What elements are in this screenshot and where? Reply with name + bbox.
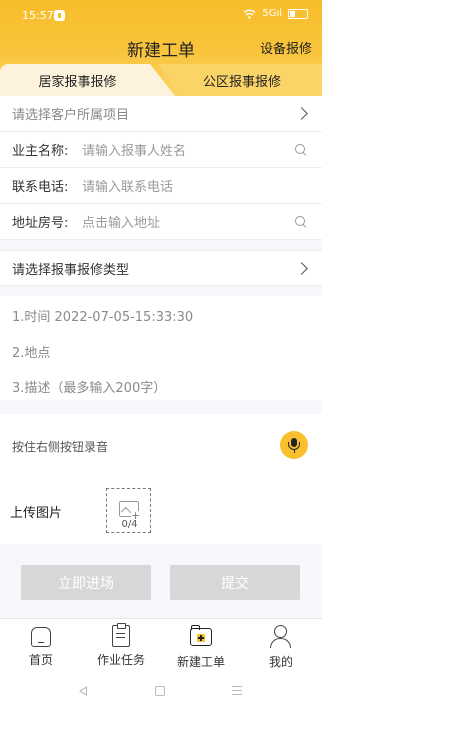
home-square-icon[interactable] bbox=[155, 686, 165, 696]
bottom-spacer bbox=[0, 710, 322, 744]
nav-new-order-label: 新建工单 bbox=[176, 655, 225, 669]
description-line-time: 1.时间 2022-07-05-15:33:30 bbox=[12, 310, 194, 325]
upload-image-button[interactable]: + 0/4 bbox=[106, 488, 151, 533]
phone-row: 联系电话: 请输入联系电话 bbox=[0, 168, 322, 204]
description-line-place: 2.地点 bbox=[12, 346, 51, 361]
search-icon[interactable] bbox=[294, 143, 308, 157]
tab-public-report[interactable]: 公区报事报修 bbox=[158, 64, 322, 96]
nav-home[interactable]: 首页 bbox=[6, 625, 76, 668]
project-select-placeholder: 请选择客户所属项目 bbox=[12, 108, 130, 123]
nav-home-label: 首页 bbox=[28, 653, 53, 667]
nav-me-label: 我的 bbox=[268, 655, 293, 669]
system-nav-bar bbox=[0, 674, 322, 710]
user-icon-body bbox=[270, 638, 291, 648]
chevron-right-icon bbox=[295, 107, 308, 120]
address-input[interactable]: 点击输入地址 bbox=[82, 212, 294, 231]
description-line-detail: 3.描述（最多输入200字） bbox=[12, 381, 167, 396]
tab-home-report[interactable]: 居家报事报修 bbox=[0, 64, 175, 96]
search-icon[interactable] bbox=[294, 215, 308, 229]
repair-type-placeholder: 请选择报事报修类型 bbox=[12, 262, 130, 278]
upload-count: 0/4 bbox=[121, 519, 138, 530]
voice-hint: 按住右侧按钮录音 bbox=[12, 440, 109, 454]
menu-icon[interactable] bbox=[232, 686, 242, 688]
status-bar: 15:57 5Gıl bbox=[0, 0, 322, 32]
microphone-button[interactable] bbox=[280, 431, 308, 459]
device-report-button[interactable]: 设备报修 bbox=[260, 38, 312, 57]
notification-icon bbox=[54, 10, 65, 21]
owner-name-label: 业主名称: bbox=[12, 144, 69, 159]
phone-input[interactable]: 请输入联系电话 bbox=[82, 176, 310, 195]
repair-type-select-row[interactable]: 请选择报事报修类型 bbox=[0, 250, 322, 286]
bottom-nav: 首页 作业任务 新建工单 我的 bbox=[0, 618, 322, 674]
signal-icon: 5Gıl bbox=[262, 8, 282, 19]
status-time: 15:57 bbox=[22, 9, 54, 22]
address-label: 地址房号: bbox=[12, 216, 69, 231]
plus-badge bbox=[197, 634, 205, 642]
back-icon[interactable] bbox=[79, 686, 87, 696]
address-row: 地址房号: 点击输入地址 bbox=[0, 204, 322, 240]
submit-button[interactable]: 提交 bbox=[170, 565, 300, 600]
user-icon-head bbox=[274, 625, 287, 638]
nav-new-order[interactable]: 新建工单 bbox=[166, 625, 236, 670]
wifi-icon bbox=[243, 9, 256, 19]
folder-add-icon bbox=[190, 625, 212, 649]
owner-name-input[interactable]: 请输入报事人姓名 bbox=[82, 140, 294, 159]
nav-tasks[interactable]: 作业任务 bbox=[86, 623, 156, 668]
app-screen: 15:57 5Gıl 新建工单 设备报修 公区报事报修 居家报事报修 请选择客户… bbox=[0, 0, 322, 744]
voice-record-section: 按住右侧按钮录音 bbox=[0, 414, 322, 474]
upload-label: 上传图片 bbox=[10, 506, 63, 521]
chevron-right-icon bbox=[295, 261, 308, 275]
microphone-icon-arc bbox=[288, 442, 300, 450]
nav-tasks-label: 作业任务 bbox=[96, 653, 145, 667]
phone-label: 联系电话: bbox=[12, 180, 69, 195]
image-upload-section: 上传图片 + 0/4 bbox=[0, 474, 322, 544]
home-icon bbox=[31, 627, 51, 647]
user-icon bbox=[269, 625, 293, 649]
clipboard-icon bbox=[112, 623, 130, 647]
battery-icon bbox=[288, 8, 308, 19]
owner-name-row: 业主名称: 请输入报事人姓名 bbox=[0, 132, 322, 168]
header: 15:57 5Gıl 新建工单 设备报修 公区报事报修 居家报事报修 bbox=[0, 0, 322, 96]
report-tabs: 公区报事报修 居家报事报修 bbox=[0, 64, 322, 96]
microphone-icon-stand bbox=[293, 450, 295, 453]
description-textarea[interactable]: 1.时间 2022-07-05-15:33:30 2.地点 3.描述（最多输入2… bbox=[0, 296, 322, 400]
enter-site-button[interactable]: 立即进场 bbox=[21, 565, 151, 600]
nav-me[interactable]: 我的 bbox=[246, 625, 316, 670]
project-select-row[interactable]: 请选择客户所属项目 bbox=[0, 96, 322, 132]
status-indicators: 5Gıl bbox=[243, 8, 308, 19]
